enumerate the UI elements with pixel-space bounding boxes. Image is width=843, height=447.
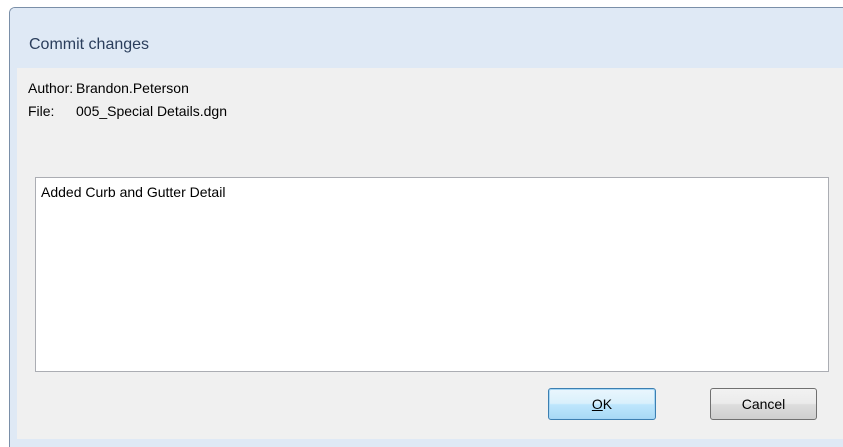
author-label: Author: (28, 80, 74, 96)
cancel-button[interactable]: Cancel (710, 388, 817, 420)
author-value: Brandon.Peterson (76, 80, 189, 96)
author-row: Author: Brandon.Peterson (28, 80, 189, 96)
ok-button[interactable]: OK (548, 388, 656, 420)
commit-message-textarea[interactable]: Added Curb and Gutter Detail (35, 177, 829, 372)
dialog-titlebar[interactable]: Commit changes (10, 8, 843, 68)
file-row: File: 005_Special Details.dgn (28, 103, 227, 119)
ok-mnemonic: O (591, 396, 603, 412)
ok-label-rest: K (602, 396, 613, 412)
file-label: File: (28, 103, 55, 119)
dialog-body: Author: Brandon.Peterson File: 005_Special… (17, 68, 843, 439)
dialog-title: Commit changes (29, 36, 150, 53)
file-value: 005_Special Details.dgn (76, 103, 227, 119)
commit-changes-dialog: Commit changes Author: Brandon.Peterson F… (9, 7, 843, 447)
